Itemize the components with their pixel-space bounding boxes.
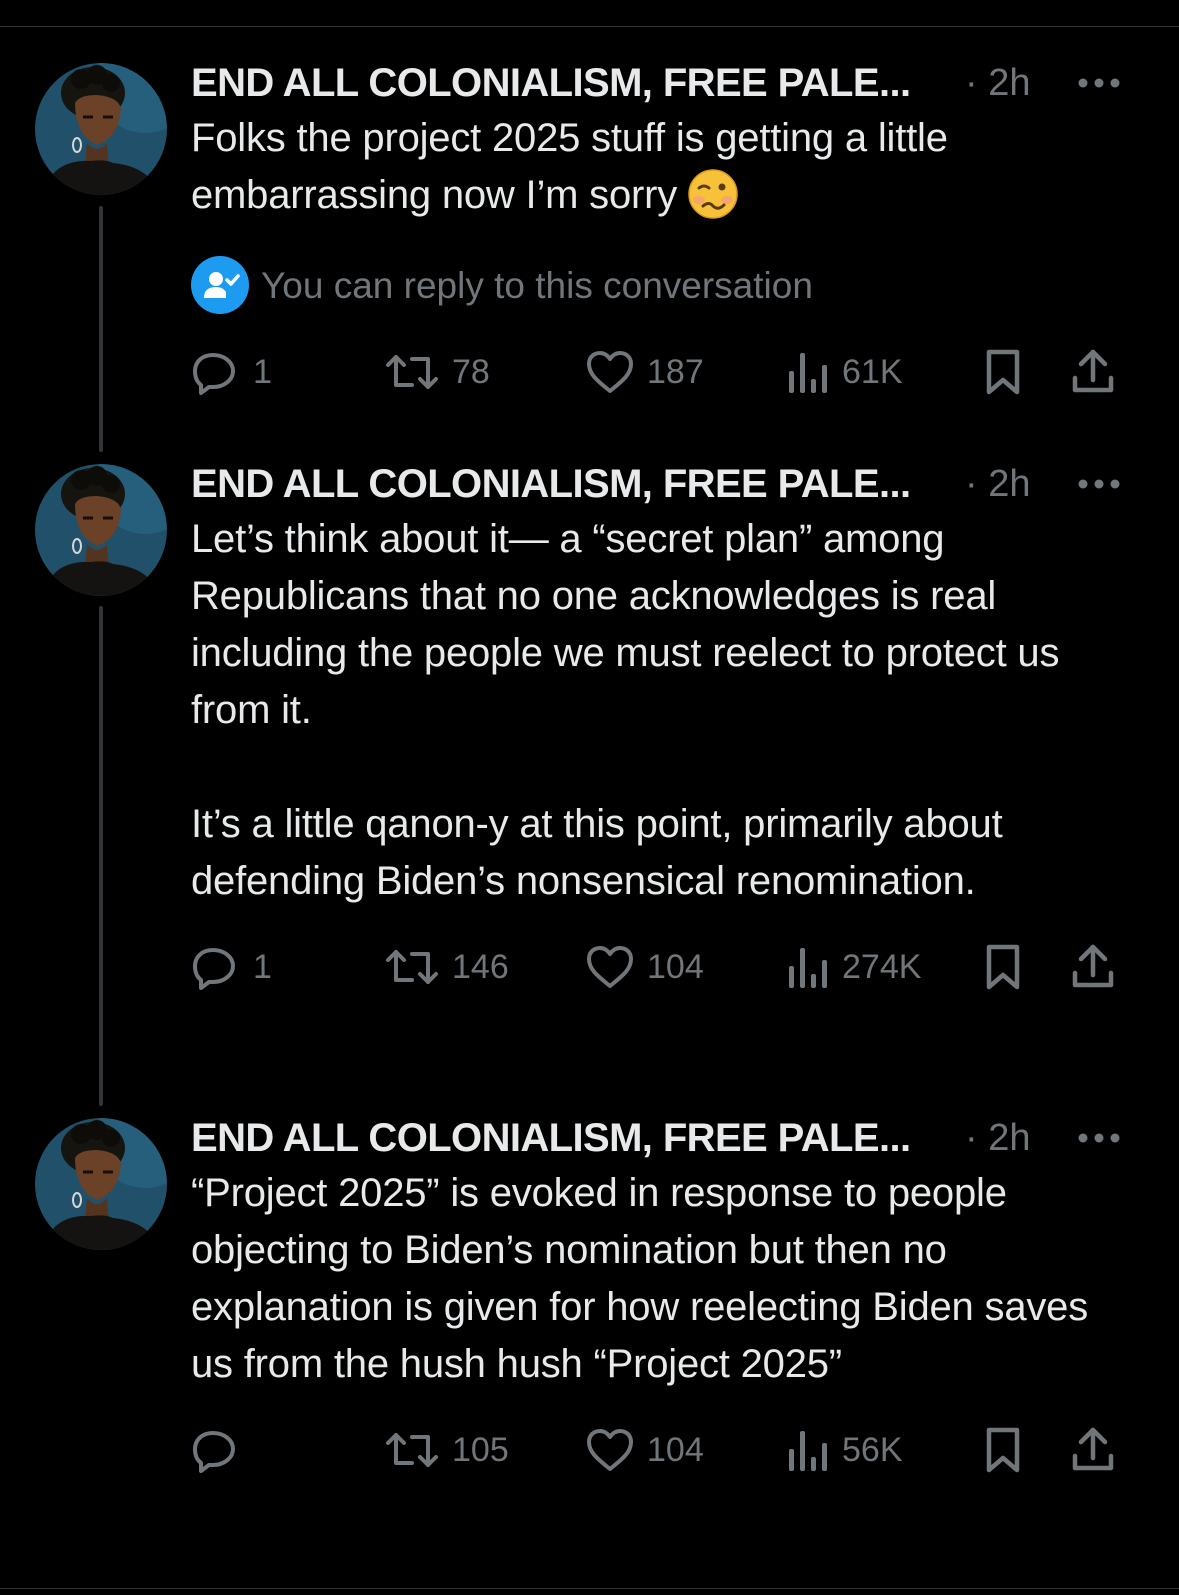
reply-count: 1 [253, 352, 272, 391]
tweet-paragraph: It’s a little qanon-y at this point, pri… [191, 802, 1003, 903]
bottom-divider [0, 1588, 1179, 1589]
more-options-icon[interactable] [1075, 56, 1123, 110]
person-check-icon [191, 256, 249, 314]
like-count: 104 [647, 1430, 704, 1469]
like-button[interactable]: 187 [585, 342, 704, 402]
view-count: 56K [842, 1430, 903, 1469]
reply-button[interactable]: 1 [191, 342, 272, 402]
repost-count: 105 [452, 1430, 509, 1469]
view-count: 61K [842, 352, 903, 391]
bookmark-icon [981, 941, 1025, 993]
share-icon [1069, 1424, 1117, 1476]
heart-icon [585, 347, 635, 397]
tweet-header: END ALL COLONIALISM, FREE PALE... · 2h [191, 1111, 1131, 1165]
like-count: 187 [647, 352, 704, 391]
thread-connector-line [99, 606, 103, 1106]
share-button[interactable] [1069, 342, 1117, 402]
avatar[interactable] [35, 63, 167, 195]
thread-connector-line [99, 206, 103, 452]
tweet-timestamp[interactable]: · 2h [965, 56, 1030, 110]
like-button[interactable]: 104 [585, 1420, 704, 1480]
bookmark-icon [981, 1424, 1025, 1476]
reply-notice-text: You can reply to this conversation [261, 265, 813, 306]
tweet-timestamp[interactable]: · 2h [965, 1111, 1030, 1165]
author-name[interactable]: END ALL COLONIALISM, FREE PALE... [191, 457, 911, 511]
repost-count: 146 [452, 947, 509, 986]
tweet[interactable]: END ALL COLONIALISM, FREE PALE... · 2h F… [191, 56, 1131, 402]
tweet-timestamp[interactable]: · 2h [965, 457, 1030, 511]
share-button[interactable] [1069, 937, 1117, 997]
repost-count: 78 [452, 352, 490, 391]
author-name[interactable]: END ALL COLONIALISM, FREE PALE... [191, 1111, 911, 1165]
avatar[interactable] [35, 1118, 167, 1250]
bookmark-button[interactable] [981, 937, 1025, 997]
more-options-icon[interactable] [1075, 457, 1123, 511]
like-button[interactable]: 104 [585, 937, 704, 997]
view-count: 274K [842, 947, 922, 986]
bookmark-icon [981, 346, 1025, 398]
tweet-paragraph: Let’s think about it— a “secret plan” am… [191, 517, 1060, 732]
share-icon [1069, 346, 1117, 398]
tweet-header: END ALL COLONIALISM, FREE PALE... · 2h [191, 457, 1131, 511]
repost-button[interactable]: 105 [384, 1420, 509, 1480]
repost-icon [384, 1425, 440, 1475]
tweet-paragraph: “Project 2025” is evoked in response to … [191, 1171, 1089, 1386]
woozy-face-emoji-icon [687, 168, 739, 220]
like-count: 104 [647, 947, 704, 986]
top-divider [0, 26, 1179, 27]
views-button[interactable]: 274K [786, 937, 921, 997]
views-button[interactable]: 56K [786, 1420, 903, 1480]
tweet-text: Folks the project 2025 stuff is getting … [191, 110, 1131, 224]
share-button[interactable] [1069, 1420, 1117, 1480]
tweet[interactable]: END ALL COLONIALISM, FREE PALE... · 2h “… [191, 1111, 1131, 1480]
tweet-text: Let’s think about it— a “secret plan” am… [191, 511, 1131, 910]
author-name[interactable]: END ALL COLONIALISM, FREE PALE... [191, 56, 911, 110]
reply-button[interactable] [191, 1420, 253, 1480]
reply-icon [191, 942, 241, 992]
tweet-header: END ALL COLONIALISM, FREE PALE... · 2h [191, 56, 1131, 110]
repost-button[interactable]: 78 [384, 342, 490, 402]
tweet[interactable]: END ALL COLONIALISM, FREE PALE... · 2h L… [191, 457, 1131, 997]
tweet-actions: 105 104 56K [191, 1420, 1131, 1480]
views-icon [786, 1425, 830, 1475]
tweet-text: “Project 2025” is evoked in response to … [191, 1165, 1131, 1393]
heart-icon [585, 1425, 635, 1475]
heart-icon [585, 942, 635, 992]
tweet-actions: 1 78 187 61K [191, 342, 1131, 402]
repost-icon [384, 347, 440, 397]
views-button[interactable]: 61K [786, 342, 903, 402]
tweet-paragraph: Folks the project 2025 stuff is getting … [191, 116, 948, 217]
avatar[interactable] [35, 464, 167, 596]
bookmark-button[interactable] [981, 1420, 1025, 1480]
reply-count: 1 [253, 947, 272, 986]
views-icon [786, 347, 830, 397]
repost-icon [384, 942, 440, 992]
reply-icon [191, 1425, 241, 1475]
reply-permission-notice: You can reply to this conversation [191, 254, 1131, 318]
share-icon [1069, 941, 1117, 993]
reply-icon [191, 347, 241, 397]
views-icon [786, 942, 830, 992]
more-options-icon[interactable] [1075, 1111, 1123, 1165]
reply-button[interactable]: 1 [191, 937, 272, 997]
bookmark-button[interactable] [981, 342, 1025, 402]
repost-button[interactable]: 146 [384, 937, 509, 997]
tweet-actions: 1 146 104 274K [191, 937, 1131, 997]
